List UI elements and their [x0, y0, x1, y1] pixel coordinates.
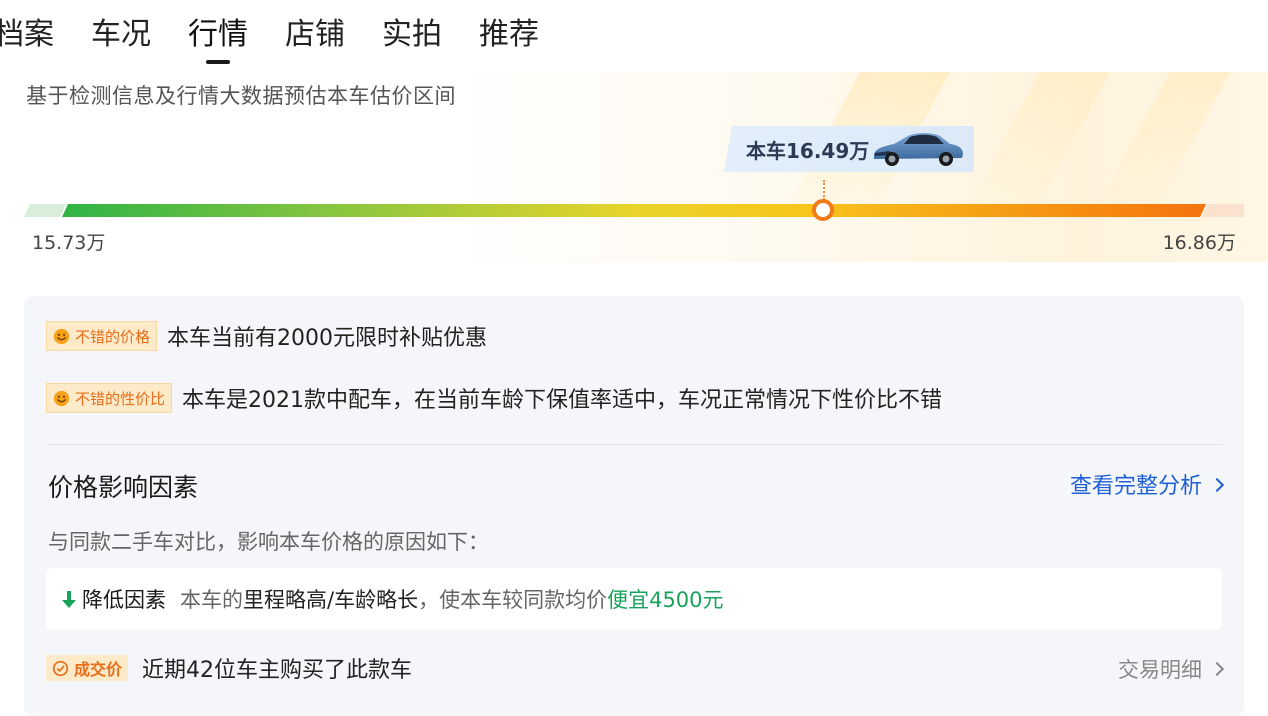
price-range-bar	[24, 199, 1244, 221]
tab-archive[interactable]: 档案	[0, 14, 54, 56]
chevron-right-icon	[1209, 661, 1225, 677]
price-factors-description: 与同款二手车对比，影响本车价格的原因如下：	[48, 530, 489, 554]
smile-icon	[53, 328, 70, 344]
chevron-right-icon	[1209, 477, 1225, 493]
view-full-analysis-link[interactable]: 查看完整分析	[1069, 468, 1225, 500]
deal-icon	[52, 660, 69, 676]
tab-store[interactable]: 店铺	[285, 14, 345, 56]
arrow-down-icon	[62, 591, 76, 608]
price-marker-line	[823, 180, 825, 200]
deal-badge-label: 成交价	[74, 660, 123, 679]
factor-saving: 便宜4500元	[607, 588, 724, 612]
highlight-text: 本车当前有2000元限时补贴优惠	[167, 326, 488, 351]
highlight-tag-label: 不错的性价比	[75, 389, 166, 408]
highlight-tag: 不错的性价比	[46, 383, 173, 413]
transaction-details-link[interactable]: 交易明细	[1118, 654, 1225, 684]
factor-item: 降低因素 本车的 里程略高/车龄略长 ，使本车较同款均价 便宜4500元	[46, 568, 1222, 630]
factor-reason: 里程略高/车龄略长	[243, 588, 419, 612]
factor-title: 降低因素	[82, 588, 166, 612]
price-factors-title: 价格影响因素	[48, 473, 199, 502]
factor-prefix: 本车的	[180, 588, 243, 612]
price-range-subtitle: 基于检测信息及行情大数据预估本车估价区间	[26, 84, 456, 108]
highlight-text: 本车是2021款中配车，在当前车龄下保值率适中，车况正常情况下性价比不错	[182, 388, 943, 413]
price-info-panel: 不错的价格 本车当前有2000元限时补贴优惠 不错的性价比 本车是2021款中配…	[24, 296, 1244, 716]
divider	[46, 444, 1222, 445]
highlight-tag: 不错的价格	[46, 321, 158, 351]
car-icon	[874, 133, 963, 166]
current-price-marker	[812, 199, 834, 221]
price-range-gradient	[24, 204, 1244, 217]
tab-condition[interactable]: 车况	[91, 14, 151, 56]
tab-market[interactable]: 行情	[188, 14, 248, 64]
smile-icon	[53, 390, 70, 406]
highlight-row: 不错的价格 本车当前有2000元限时补贴优惠	[46, 320, 487, 352]
highlight-tag-label: 不错的价格	[75, 327, 151, 346]
deal-text: 近期42位车主购买了此款车	[142, 658, 413, 683]
current-price-tag: 本车16.49万	[724, 126, 974, 172]
current-price-label: 本车16.49万	[746, 138, 870, 163]
tab-recommend[interactable]: 推荐	[479, 14, 539, 56]
range-max-label: 16.86万	[1162, 232, 1236, 254]
deal-row: 成交价 近期42位车主购买了此款车 交易明细	[46, 648, 1225, 688]
tab-photos[interactable]: 实拍	[382, 14, 442, 56]
transaction-details-label: 交易明细	[1118, 658, 1202, 682]
range-min-label: 15.73万	[32, 232, 106, 254]
highlight-row: 不错的性价比 本车是2021款中配车，在当前车龄下保值率适中，车况正常情况下性价…	[46, 382, 942, 414]
deal-badge: 成交价	[46, 655, 129, 681]
view-full-analysis-label: 查看完整分析	[1069, 474, 1202, 499]
tab-bar: 档案 车况 行情 店铺 实拍 推荐	[0, 14, 576, 64]
factor-middle: ，使本车较同款均价	[418, 588, 608, 612]
